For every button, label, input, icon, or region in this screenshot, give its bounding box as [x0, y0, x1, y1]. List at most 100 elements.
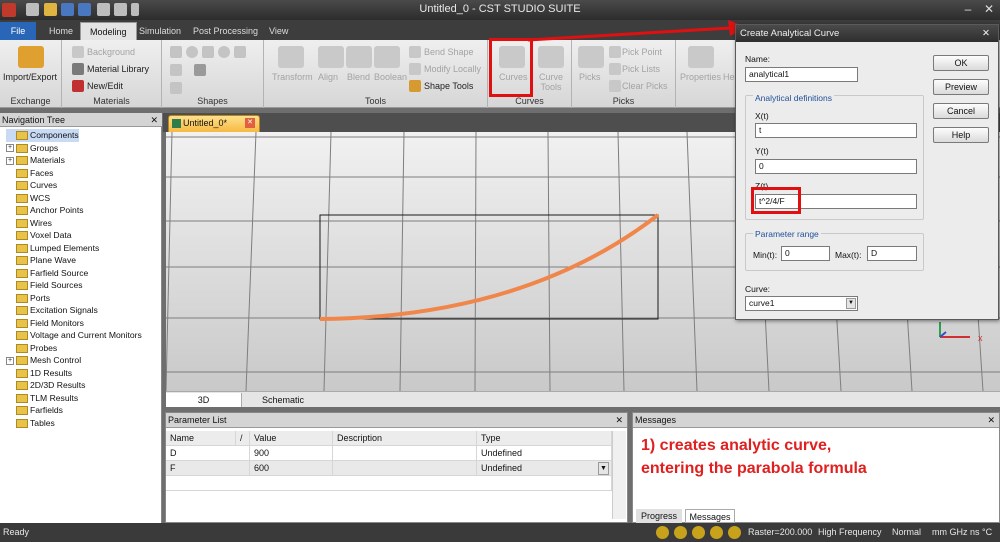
tree-item[interactable]: 2D/3D Results [6, 379, 85, 392]
param-type[interactable]: Undefined [477, 446, 612, 461]
param-type[interactable]: Undefined [477, 461, 612, 476]
picks-button[interactable]: Picks [579, 72, 601, 82]
tab-file[interactable]: File [0, 22, 36, 40]
tree-item[interactable]: + Materials [6, 154, 65, 167]
ok-button[interactable]: OK [933, 55, 989, 71]
max-input[interactable]: D [867, 246, 917, 261]
tab-3d[interactable]: 3D [166, 393, 242, 407]
type-dropdown-icon[interactable]: ▼ [598, 462, 609, 475]
cylinder-icon[interactable] [234, 46, 246, 58]
status-units[interactable]: mm GHz ns °C [932, 523, 992, 542]
pick-lists-button[interactable]: Pick Lists [622, 64, 660, 74]
torus-icon[interactable] [218, 46, 230, 58]
messages-close-icon[interactable]: ✕ [987, 413, 995, 428]
tree-item[interactable]: Voxel Data [6, 229, 72, 242]
help-button[interactable]: Help [933, 127, 989, 143]
tab-modeling[interactable]: Modeling [80, 22, 137, 40]
bend-shape-button[interactable]: Bend Shape [424, 47, 474, 57]
param-description[interactable] [333, 461, 477, 476]
rotate-shape-icon[interactable] [194, 64, 206, 76]
tab-schematic[interactable]: Schematic [246, 393, 320, 407]
modify-locally-button[interactable]: Modify Locally [424, 64, 481, 74]
boolean-button[interactable]: Boolean [374, 72, 407, 82]
tree-item[interactable]: Field Monitors [6, 317, 84, 330]
rotate-icon[interactable] [692, 526, 705, 539]
name-input[interactable]: analytical1 [745, 67, 858, 82]
col-header-sort[interactable]: / [236, 431, 250, 446]
he-button[interactable]: He [723, 72, 735, 82]
loft-icon[interactable] [170, 82, 182, 94]
window-close-button[interactable]: ✕ [979, 1, 999, 17]
zoom-icon[interactable] [656, 526, 669, 539]
x-input[interactable]: t [755, 123, 917, 138]
zoom-fit-icon[interactable] [710, 526, 723, 539]
navigation-tree-close-icon[interactable]: ✕ [150, 113, 158, 127]
import-export-button[interactable]: Import/Export [3, 72, 57, 82]
tree-item[interactable]: Tables [6, 417, 55, 430]
document-tab-close-icon[interactable]: ✕ [245, 118, 255, 128]
min-input[interactable]: 0 [781, 246, 830, 261]
curve-tools-button[interactable]: Curve Tools [536, 72, 566, 92]
view-options-icon[interactable] [728, 526, 741, 539]
tree-item[interactable]: 1D Results [6, 367, 72, 380]
col-header-value[interactable]: Value [250, 431, 333, 446]
tree-item[interactable]: WCS [6, 192, 50, 205]
cone-icon[interactable] [202, 46, 214, 58]
y-input[interactable]: 0 [755, 159, 917, 174]
tab-messages[interactable]: Messages [685, 509, 735, 523]
curve-select-dropdown-icon[interactable]: ▼ [846, 298, 856, 309]
tree-item[interactable]: + Groups [6, 142, 58, 155]
tree-item[interactable]: Curves [6, 179, 57, 192]
tree-item[interactable]: Plane Wave [6, 254, 76, 267]
param-empty-row[interactable] [166, 476, 612, 491]
parameter-list-scrollbar[interactable] [612, 431, 626, 519]
sphere-icon[interactable] [186, 46, 198, 58]
pan-icon[interactable] [674, 526, 687, 539]
curve-select[interactable]: curve1 [745, 296, 858, 311]
clear-picks-button[interactable]: Clear Picks [622, 81, 668, 91]
extrude-icon[interactable] [170, 64, 182, 76]
minimize-button[interactable]: – [958, 1, 978, 17]
col-header-type[interactable]: Type [477, 431, 612, 446]
transform-button[interactable]: Transform [272, 72, 313, 82]
param-value[interactable]: 600 [250, 461, 333, 476]
tab-home[interactable]: Home [40, 22, 82, 40]
tree-item[interactable]: Excitation Signals [6, 304, 98, 317]
param-value[interactable]: 900 [250, 446, 333, 461]
tree-item[interactable]: Lumped Elements [6, 242, 99, 255]
tree-item[interactable]: TLM Results [6, 392, 78, 405]
tree-item[interactable]: Voltage and Current Monitors [6, 329, 142, 342]
col-header-name[interactable]: Name [166, 431, 236, 446]
material-library-button[interactable]: Material Library [87, 64, 149, 74]
expand-icon[interactable]: + [6, 156, 14, 165]
preview-button[interactable]: Preview [933, 79, 989, 95]
status-frequency[interactable]: High Frequency [818, 523, 882, 542]
param-description[interactable] [333, 446, 477, 461]
align-button[interactable]: Align [318, 72, 338, 82]
tab-progress[interactable]: Progress [636, 509, 682, 523]
background-button[interactable]: Background [87, 47, 135, 57]
blend-button[interactable]: Blend [347, 72, 370, 82]
tree-item[interactable]: Farfields [6, 404, 63, 417]
shape-tools-button[interactable]: Shape Tools [424, 81, 473, 91]
document-tab[interactable]: Untitled_0* ✕ [168, 115, 260, 132]
expand-icon[interactable]: + [6, 144, 14, 153]
tab-post-processing[interactable]: Post Processing [184, 22, 267, 40]
parameter-list-close-icon[interactable]: ✕ [615, 413, 623, 428]
col-header-description[interactable]: Description [333, 431, 477, 446]
tree-item[interactable]: Farfield Source [6, 267, 88, 280]
expand-icon[interactable]: + [6, 356, 14, 365]
properties-button[interactable]: Properties [680, 72, 721, 82]
tab-simulation[interactable]: Simulation [130, 22, 190, 40]
tree-item[interactable]: + Mesh Control [6, 354, 81, 367]
brick-icon[interactable] [170, 46, 182, 58]
tree-item[interactable]: Field Sources [6, 279, 83, 292]
tree-item[interactable]: Probes [6, 342, 57, 355]
param-name[interactable]: F [166, 461, 250, 476]
param-name[interactable]: D [166, 446, 250, 461]
dialog-close-icon[interactable]: ✕ [982, 25, 990, 42]
tree-item[interactable]: Ports [6, 292, 50, 305]
status-normal[interactable]: Normal [892, 523, 921, 542]
cancel-button[interactable]: Cancel [933, 103, 989, 119]
tree-item[interactable]: Components [6, 129, 79, 142]
